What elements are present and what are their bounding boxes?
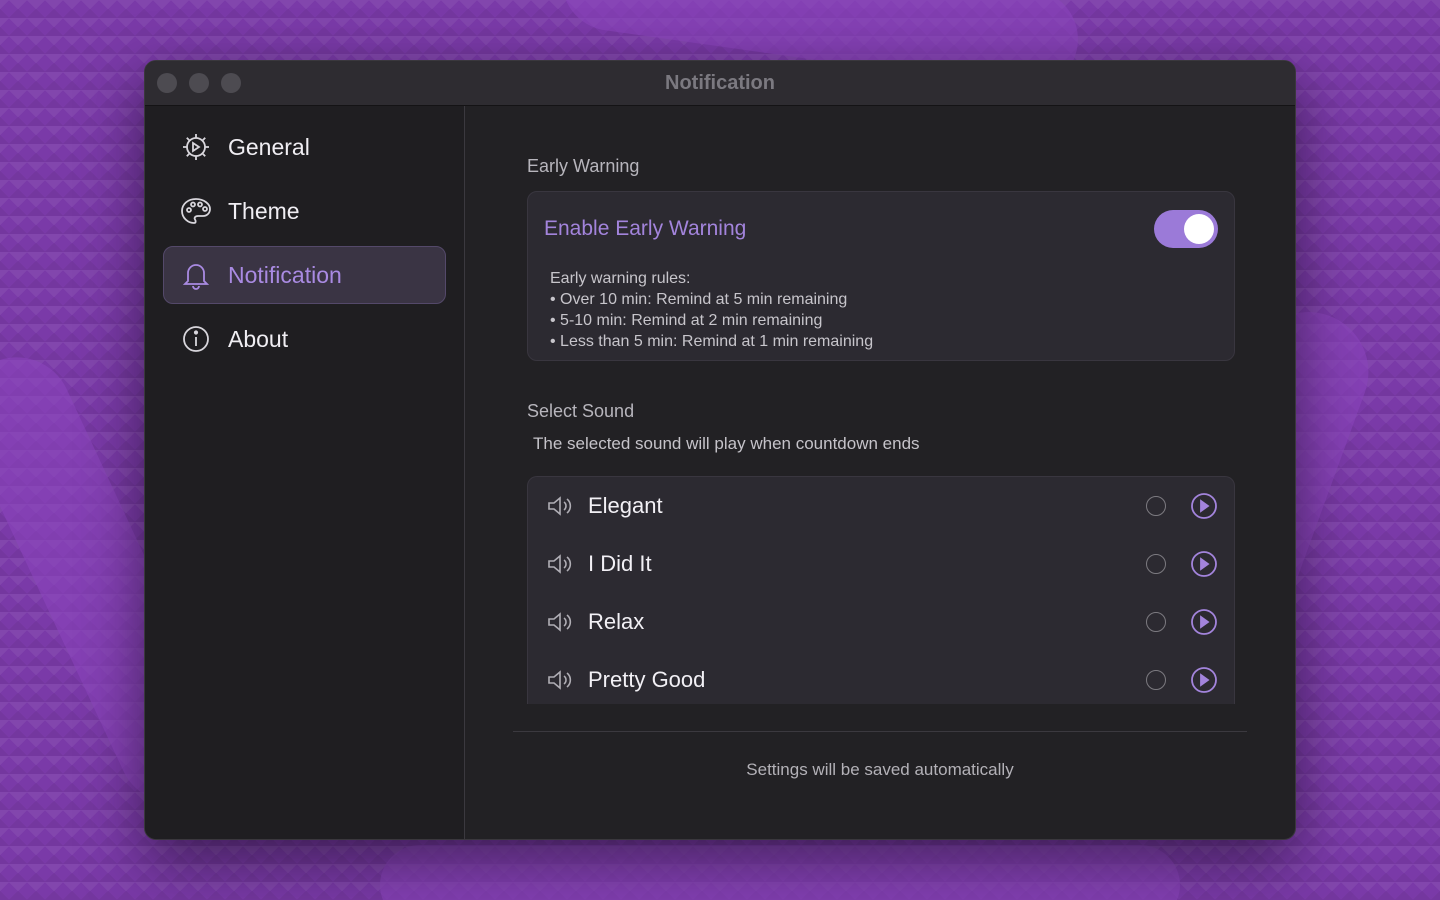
footer-divider <box>513 731 1247 732</box>
gear-icon <box>180 131 212 163</box>
play-icon[interactable] <box>1190 550 1218 578</box>
sound-item-elegant[interactable]: Elegant <box>528 477 1234 535</box>
sidebar-item-label: About <box>228 325 289 352</box>
sound-list: Elegant I Did It Relax Pretty Good <box>527 476 1235 704</box>
sidebar: General Theme Notification About <box>145 106 465 839</box>
autosave-note: Settings will be saved automatically <box>746 760 1014 779</box>
rule-item: • Over 10 min: Remind at 5 min remaining <box>550 291 848 308</box>
early-warning-rules: Early warning rules: • Over 10 min: Remi… <box>544 268 1218 352</box>
speaker-icon <box>548 496 572 516</box>
settings-window: Notification General Theme Notification … <box>144 60 1296 840</box>
select-sound-title: Select Sound <box>527 401 635 421</box>
early-warning-toggle[interactable] <box>1154 210 1218 248</box>
sidebar-item-label: Notification <box>228 261 342 288</box>
sound-item-i-did-it[interactable]: I Did It <box>528 535 1234 593</box>
sidebar-item-notification[interactable]: Notification <box>163 246 446 304</box>
toggle-knob <box>1184 214 1214 244</box>
info-icon <box>180 323 212 355</box>
sidebar-item-theme[interactable]: Theme <box>163 182 446 240</box>
speaker-icon <box>548 670 572 690</box>
early-warning-title: Early Warning <box>527 156 640 176</box>
window-title: Notification <box>665 71 775 94</box>
sound-name: Relax <box>588 609 645 634</box>
play-icon[interactable] <box>1190 666 1218 694</box>
sidebar-item-label: Theme <box>228 197 300 224</box>
sound-item-relax[interactable]: Relax <box>528 593 1234 651</box>
speaker-icon <box>548 612 572 632</box>
early-warning-card: Enable Early Warning Early warning rules… <box>527 191 1235 361</box>
select-sound-subtitle: The selected sound will play when countd… <box>533 434 920 453</box>
bell-icon <box>180 259 212 291</box>
early-warning-toggle-label: Enable Early Warning <box>544 217 747 240</box>
sidebar-item-general[interactable]: General <box>163 118 446 176</box>
play-icon[interactable] <box>1190 608 1218 636</box>
rule-item: • Less than 5 min: Remind at 1 min remai… <box>550 333 874 350</box>
sound-name: Elegant <box>588 493 663 518</box>
speaker-icon <box>548 554 572 574</box>
sound-select-radio[interactable] <box>1146 496 1166 516</box>
palette-icon <box>180 195 212 227</box>
background-shape <box>380 845 1180 900</box>
sound-select-radio[interactable] <box>1146 612 1166 632</box>
sidebar-item-label: General <box>228 133 310 160</box>
sound-select-radio[interactable] <box>1146 670 1166 690</box>
main-content: Early Warning Enable Early Warning Early… <box>465 106 1295 839</box>
sidebar-item-about[interactable]: About <box>163 310 446 368</box>
title-bar: Notification <box>145 61 1295 106</box>
play-icon[interactable] <box>1190 492 1218 520</box>
sound-select-radio[interactable] <box>1146 554 1166 574</box>
rule-item: • 5-10 min: Remind at 2 min remaining <box>550 312 823 329</box>
sound-item-pretty-good[interactable]: Pretty Good <box>528 651 1234 704</box>
sound-name: I Did It <box>588 551 652 576</box>
sound-name: Pretty Good <box>588 667 706 692</box>
rules-heading: Early warning rules: <box>550 270 691 287</box>
